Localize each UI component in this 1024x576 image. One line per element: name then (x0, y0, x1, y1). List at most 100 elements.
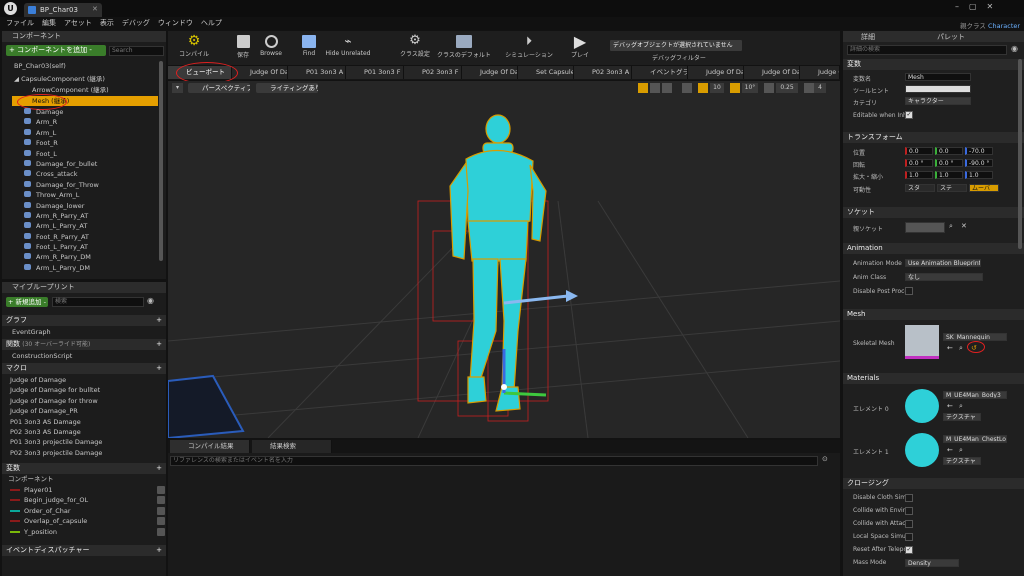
menu-debug[interactable]: デバッグ (122, 17, 150, 30)
clothing-section[interactable]: クロージング (843, 478, 1024, 489)
tab-judge-of-damage-3[interactable]: Judge Of Da (688, 66, 744, 79)
tooltip-input[interactable] (905, 85, 971, 93)
element0-use-selected-icon[interactable]: ← (947, 402, 953, 410)
list-item[interactable]: Foot_R_Parry_AT (24, 232, 154, 242)
eye-icon[interactable]: ◉ (147, 296, 154, 305)
list-item[interactable]: P02 3on3 AS Damage (10, 427, 102, 437)
tab-find-results[interactable]: 結果検索 (252, 440, 332, 453)
document-tab[interactable]: BP_Char03 ✕ (24, 3, 102, 17)
viewport[interactable]: ▾ パースペクティブ ライティングあり 10 10° 0.25 4 (168, 81, 840, 438)
parent-class-value[interactable]: Character (988, 22, 1020, 30)
category-select[interactable]: キャラクター (905, 97, 971, 105)
location-y[interactable]: 0.0 (935, 147, 963, 155)
list-item[interactable]: Arm_L (24, 128, 154, 138)
variable-item[interactable]: Y_position (10, 527, 165, 537)
list-item[interactable]: Arm_R_Parry_AT (24, 211, 154, 221)
save-button[interactable]: 保存 (230, 33, 256, 63)
add-component-button[interactable]: + コンポーネントを追加 - (6, 45, 106, 56)
list-item[interactable]: Foot_L (24, 149, 154, 159)
tab-p01-3on3-a[interactable]: P01 3on3 A (288, 66, 346, 79)
details-search-input[interactable]: 詳細の検索 (847, 45, 1007, 55)
find-results-input[interactable]: リファレンスの検索またはイベント名を入力 (170, 456, 818, 466)
component-search-input[interactable]: Search (109, 46, 164, 56)
cloth-checkbox[interactable] (905, 507, 913, 515)
menu-window[interactable]: ウィンドウ (158, 17, 193, 30)
component-capsule[interactable]: ◢ CapsuleComponent (継承) (14, 74, 105, 84)
grid-size-value[interactable]: 10 (710, 83, 724, 93)
rotation-z[interactable]: -90.0 ° (965, 159, 993, 167)
variable-item[interactable]: Overlap_of_capsule (10, 516, 165, 526)
grid-snap-icon[interactable] (698, 83, 708, 93)
debug-object-select[interactable]: デバッグオブジェクトが選択されていません (610, 40, 742, 51)
cloth-checkbox[interactable]: ✓ (905, 546, 913, 554)
variables-section[interactable]: 変数 + (2, 463, 166, 474)
eye-closed-icon[interactable] (157, 517, 165, 526)
macros-section[interactable]: マクロ + (2, 363, 166, 374)
eye-icon[interactable]: ◉ (1011, 44, 1018, 53)
list-item[interactable]: Arm_R (24, 117, 154, 127)
menu-edit[interactable]: 編集 (42, 17, 56, 30)
blueprint-search-input[interactable]: 検索 (52, 297, 144, 307)
scale-snap-value[interactable]: 0.25 (776, 83, 798, 93)
camera-speed-icon[interactable] (804, 83, 814, 93)
skeletal-mesh-thumbnail[interactable] (905, 325, 939, 359)
scale-snap-icon[interactable] (764, 83, 774, 93)
list-item[interactable]: Arm_L_Parry_DM (24, 263, 154, 273)
list-item[interactable]: Damage_for_bullet (24, 159, 154, 169)
find-button[interactable]: Find (296, 33, 322, 63)
tab-compile-results[interactable]: コンパイル結果 (170, 440, 250, 453)
list-item[interactable]: Judge of Damage for throw (10, 396, 102, 406)
world-icon[interactable] (682, 83, 692, 93)
rotation-x[interactable]: 0.0 ° (905, 159, 933, 167)
scale-z[interactable]: 1.0 (965, 171, 993, 179)
tab-judge-of-damage-4[interactable]: Judge Of Da (744, 66, 800, 79)
tab-p02-3on3-a[interactable]: P02 3on3 A (574, 66, 632, 79)
tab-judge-of-damage[interactable]: Judge Of Da (232, 66, 288, 79)
details-scrollbar[interactable] (1018, 59, 1022, 249)
angle-snap-icon[interactable] (730, 83, 740, 93)
parent-socket-input[interactable] (905, 222, 945, 233)
tab-p02-3on3-f[interactable]: P02 3on3 F (404, 66, 462, 79)
eye-closed-icon[interactable] (157, 527, 165, 536)
list-item[interactable]: Arm_R_Parry_DM (24, 252, 154, 262)
components-scrollbar[interactable] (159, 61, 163, 261)
eye-closed-icon[interactable] (157, 486, 165, 494)
list-item[interactable]: Damage_lower (24, 201, 154, 211)
location-x[interactable]: 0.0 (905, 147, 933, 155)
scale-x[interactable]: 1.0 (905, 171, 933, 179)
list-item[interactable]: Throw_Arm_L (24, 190, 154, 200)
add-icon[interactable]: + (156, 315, 162, 326)
hide-unrelated-button[interactable]: ⌁ Hide Unrelated (324, 33, 372, 63)
list-item[interactable]: Damage_for_Throw (24, 180, 154, 190)
class-defaults-button[interactable]: クラスのデフォルト (434, 33, 494, 63)
camera-speed-value[interactable]: 4 (814, 83, 826, 93)
element0-select[interactable]: M_UE4Man_Body3 (943, 391, 1007, 399)
event-dispatchers-section[interactable]: イベントディスパッチャー + (2, 545, 166, 556)
tab-event-graph[interactable]: イベントグラ (632, 66, 688, 79)
play-button[interactable]: ▶ プレイ (564, 33, 596, 63)
element1-use-selected-icon[interactable]: ← (947, 446, 953, 454)
list-item[interactable]: Foot_L_Parry_AT (24, 242, 154, 252)
editable-checkbox[interactable]: ✓ (905, 111, 913, 119)
tab-judge-of-damage-2[interactable]: Judge Of Da (462, 66, 518, 79)
rotation-y[interactable]: 0.0 ° (935, 159, 963, 167)
mesh-section[interactable]: Mesh (843, 309, 1024, 320)
eye-closed-icon[interactable] (157, 506, 165, 515)
variable-section[interactable]: 変数 (843, 59, 1024, 70)
graphs-section[interactable]: グラフ + (2, 315, 166, 326)
element1-browse-icon[interactable]: ⌕ (959, 446, 963, 455)
location-z[interactable]: -70.0 (965, 147, 993, 155)
tab-judge-of-damage-5[interactable]: Judge Of Da (800, 66, 840, 79)
rotation-label[interactable]: 回転 (853, 160, 865, 169)
clear-icon[interactable]: ✕ (961, 222, 967, 230)
lighting-button[interactable]: ライティングあり (256, 83, 318, 93)
element1-thumbnail[interactable] (905, 433, 939, 467)
scale-label[interactable]: 拡大・縮小 (853, 172, 883, 181)
browse-icon[interactable]: ⌕ (959, 344, 963, 353)
cloth-checkbox[interactable] (905, 533, 913, 541)
binoculars-icon[interactable]: ⊙ (822, 455, 828, 463)
anim-class-select[interactable]: なし (905, 273, 983, 281)
list-item[interactable]: Judge of Damage_PR (10, 406, 102, 416)
anim-mode-select[interactable]: Use Animation Blueprint (905, 259, 981, 267)
add-new-button[interactable]: + 新規追加 - (6, 297, 48, 307)
